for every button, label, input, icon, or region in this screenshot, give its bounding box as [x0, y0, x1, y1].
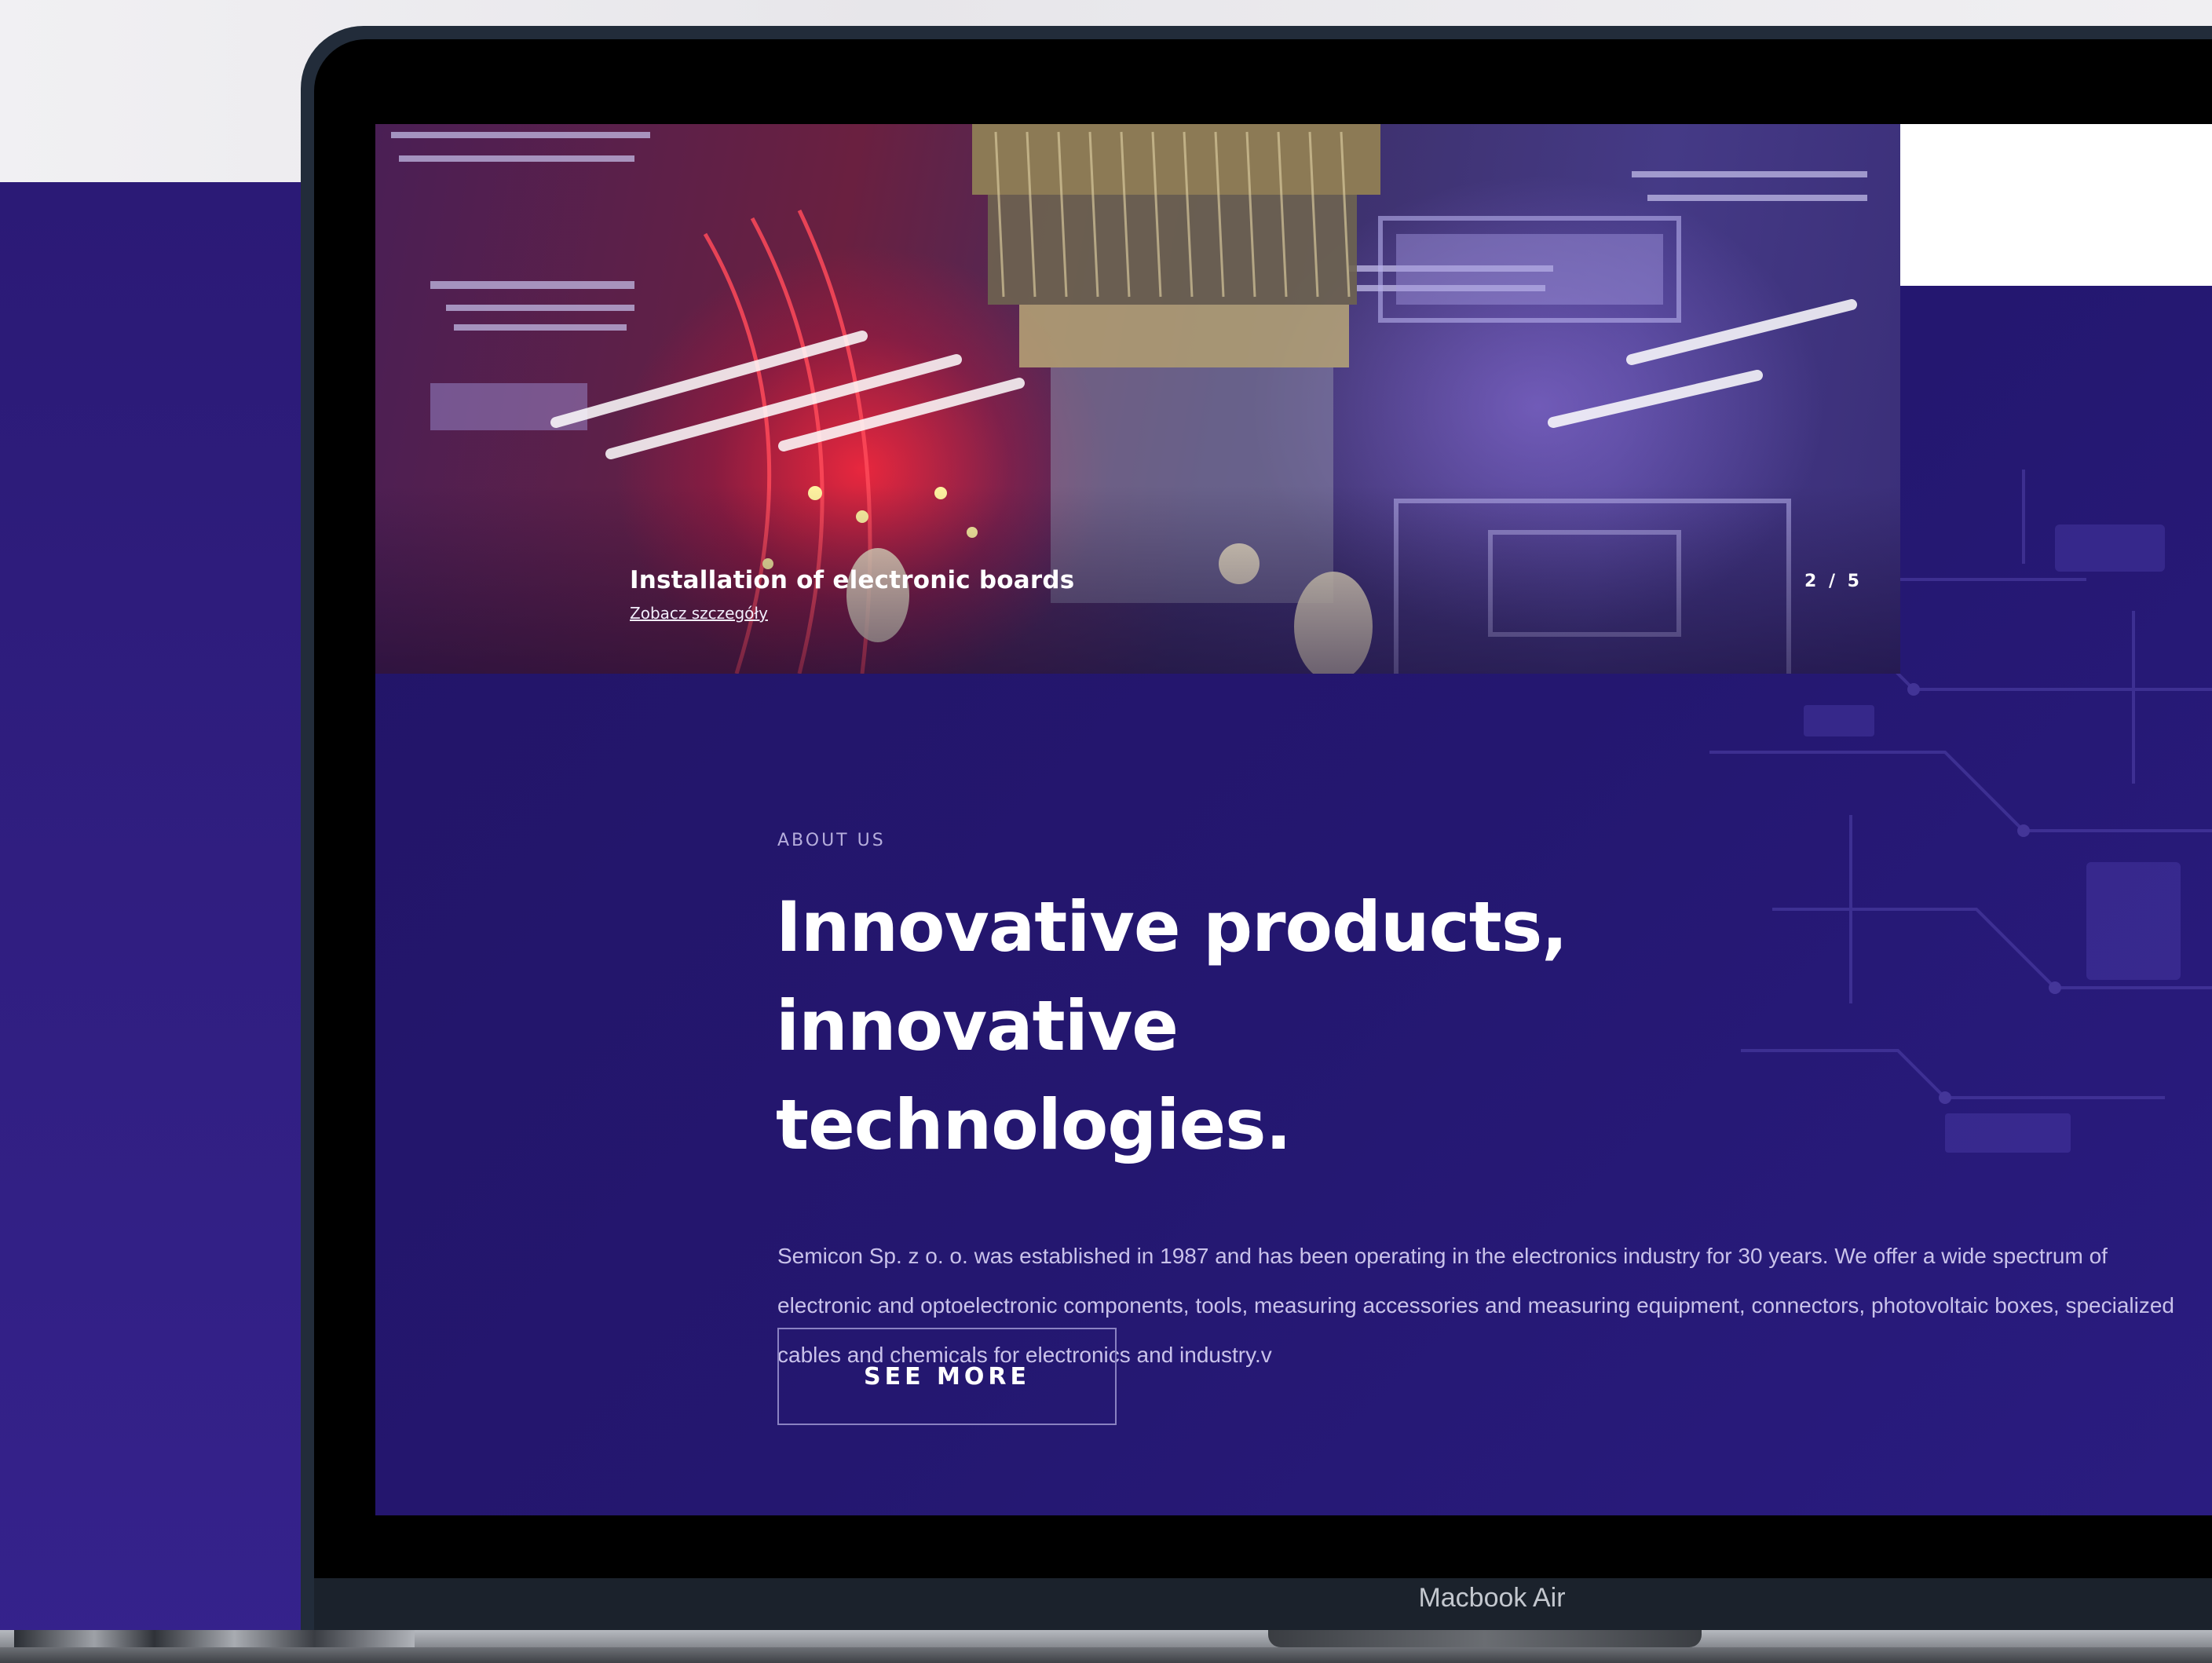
device-label: Macbook Air — [1418, 1583, 1566, 1613]
website-screen: Installation of electronic boards Zobacz… — [375, 124, 2212, 1515]
header-white-block — [1900, 124, 2212, 286]
laptop-chin — [314, 1578, 2212, 1630]
slide-details-link[interactable]: Zobacz szczegóły — [630, 604, 768, 623]
slide-title: Installation of electronic boards — [630, 566, 1075, 594]
slide-counter: 2 / 5 — [1804, 572, 1863, 591]
laptop-hinge-notch — [1268, 1630, 1702, 1647]
laptop-base-edge — [14, 1630, 415, 1647]
laptop-base-shadow — [0, 1647, 2212, 1663]
section-eyebrow: ABOUT US — [777, 831, 886, 850]
hero-slider[interactable]: Installation of electronic boards Zobacz… — [375, 124, 1900, 674]
see-more-button[interactable]: SEE MORE — [777, 1328, 1117, 1425]
section-headline: Innovative products, innovative technolo… — [776, 878, 1954, 1175]
headline-line-2: technologies. — [776, 1084, 1292, 1165]
headline-line-1: Innovative products, innovative — [776, 886, 1568, 1066]
hero-caption-shade — [375, 485, 1900, 674]
